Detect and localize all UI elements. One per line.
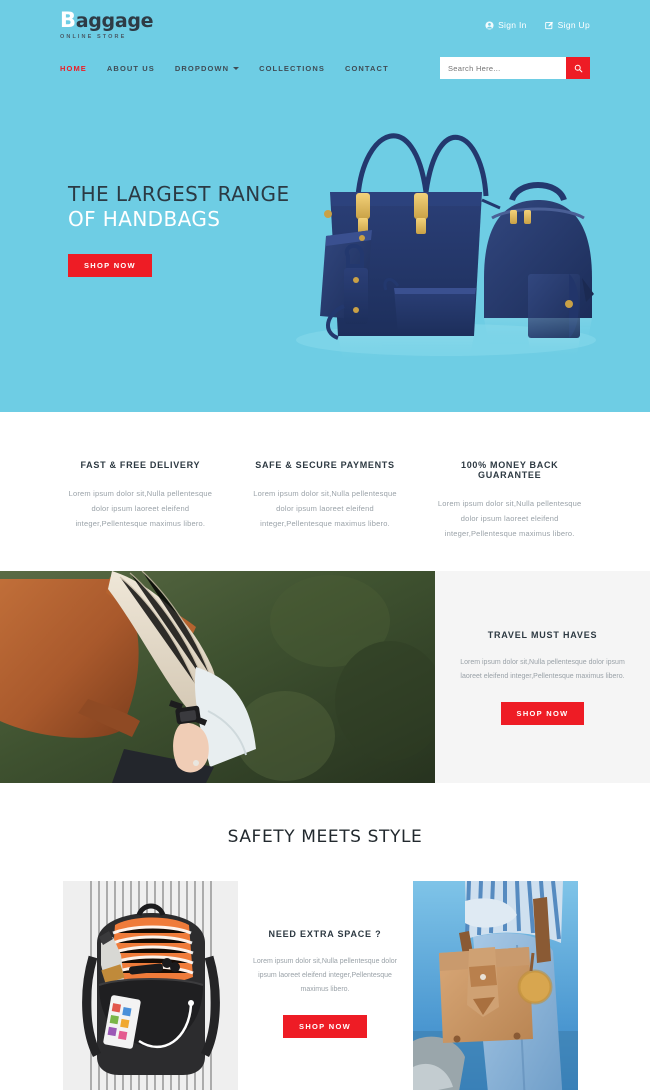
safety-heading: SAFETY MEETS STYLE [227,827,423,847]
site-logo[interactable]: Baggage ONLINE STORE [60,6,154,41]
nav-item-dropdown[interactable]: DROPDOWN [174,63,240,73]
safety-row: NEED EXTRA SPACE ? Lorem ipsum dolor sit… [0,881,650,1090]
nav-item-home[interactable]: HOME [60,64,87,73]
nav-label: CONTACT [344,63,389,73]
travel-copy: TRAVEL MUST HAVES Lorem ipsum dolor sit,… [435,571,650,783]
feature-text: Lorem ipsum dolor sit,Nulla pellentesque… [253,489,397,528]
safety-right-photo [412,881,588,1090]
hero-headline-line2: OF HANDBAGS [68,207,221,231]
page-root: Baggage ONLINE STORE Sign In Sign Up HOM… [0,0,650,1090]
features-section: FAST & FREE DELIVERY Lorem ipsum dolor s… [0,412,650,571]
logo-text: Baggage [60,8,154,32]
sign-in-link[interactable]: Sign In [485,20,527,30]
travel-shop-now-button[interactable]: SHOP NOW [500,701,585,725]
hero-shop-now-button[interactable]: SHOP NOW [68,254,152,277]
safety-copy: NEED EXTRA SPACE ? Lorem ipsum dolor sit… [238,881,413,1038]
nav-item-contact[interactable]: CONTACT [345,64,389,73]
auth-links: Sign In Sign Up [485,16,590,30]
travel-text: Lorem ipsum dolor sit,Nulla pellentesque… [460,658,625,680]
nav-label: ABOUT US [106,63,155,73]
nav-item-about-us[interactable]: ABOUT US [107,64,155,73]
feature-fast-free-delivery: FAST & FREE DELIVERY Lorem ipsum dolor s… [48,460,233,541]
edit-square-icon [544,21,554,30]
safety-left-photo [62,881,238,1090]
chevron-down-icon [233,66,240,70]
sign-in-label: Sign In [498,20,527,30]
logo-capital: B [60,8,76,32]
hero-handbag-set-image [286,88,606,398]
nav-item-collections[interactable]: COLLECTIONS [259,64,325,73]
feature-money-back-guarantee: 100% MONEY BACK GUARANTEE Lorem ipsum do… [417,460,602,541]
hero-headline-line1: THE LARGEST RANGE [68,182,290,206]
safety-copy-title: NEED EXTRA SPACE ? [268,929,382,939]
search-box [440,57,590,79]
feature-title: SAFE & SECURE PAYMENTS [255,460,395,470]
sign-up-label: Sign Up [557,20,590,30]
travel-title: TRAVEL MUST HAVES [487,629,598,640]
sign-up-link[interactable]: Sign Up [544,20,590,30]
safety-copy-text: Lorem ipsum dolor sit,Nulla pellentesque… [253,958,397,993]
search-input[interactable] [448,63,566,73]
safety-section: SAFETY MEETS STYLE NEED EXTRA SPACE ? Lo… [0,783,650,1090]
logo-rest: aggage [75,10,154,32]
header-nav-bar: HOME ABOUT US DROPDOWN COLLECTIONS CONTA… [0,46,650,90]
travel-section: TRAVEL MUST HAVES Lorem ipsum dolor sit,… [0,571,650,783]
main-nav: HOME ABOUT US DROPDOWN COLLECTIONS CONTA… [60,64,389,73]
feature-text: Lorem ipsum dolor sit,Nulla pellentesque… [437,499,582,538]
hero-section: Baggage ONLINE STORE Sign In Sign Up HOM… [0,0,650,412]
feature-title: FAST & FREE DELIVERY [80,460,201,470]
search-button[interactable] [566,57,590,79]
nav-label: DROPDOWN [174,63,230,73]
user-circle-icon [485,20,494,30]
feature-title: 100% MONEY BACK GUARANTEE [461,460,559,480]
search-icon [574,61,583,76]
feature-safe-secure-payments: SAFE & SECURE PAYMENTS Lorem ipsum dolor… [233,460,418,541]
nav-label: COLLECTIONS [259,63,325,73]
safety-shop-now-button[interactable]: SHOP NOW [283,1015,367,1038]
nav-label: HOME [60,63,87,73]
travel-photo [0,571,435,783]
logo-subtitle: ONLINE STORE [60,34,127,40]
hero-text-block: THE LARGEST RANGE OF HANDBAGS SHOP NOW [68,182,290,277]
header-top-bar: Baggage ONLINE STORE Sign In Sign Up [0,0,650,46]
feature-text: Lorem ipsum dolor sit,Nulla pellentesque… [68,489,213,528]
